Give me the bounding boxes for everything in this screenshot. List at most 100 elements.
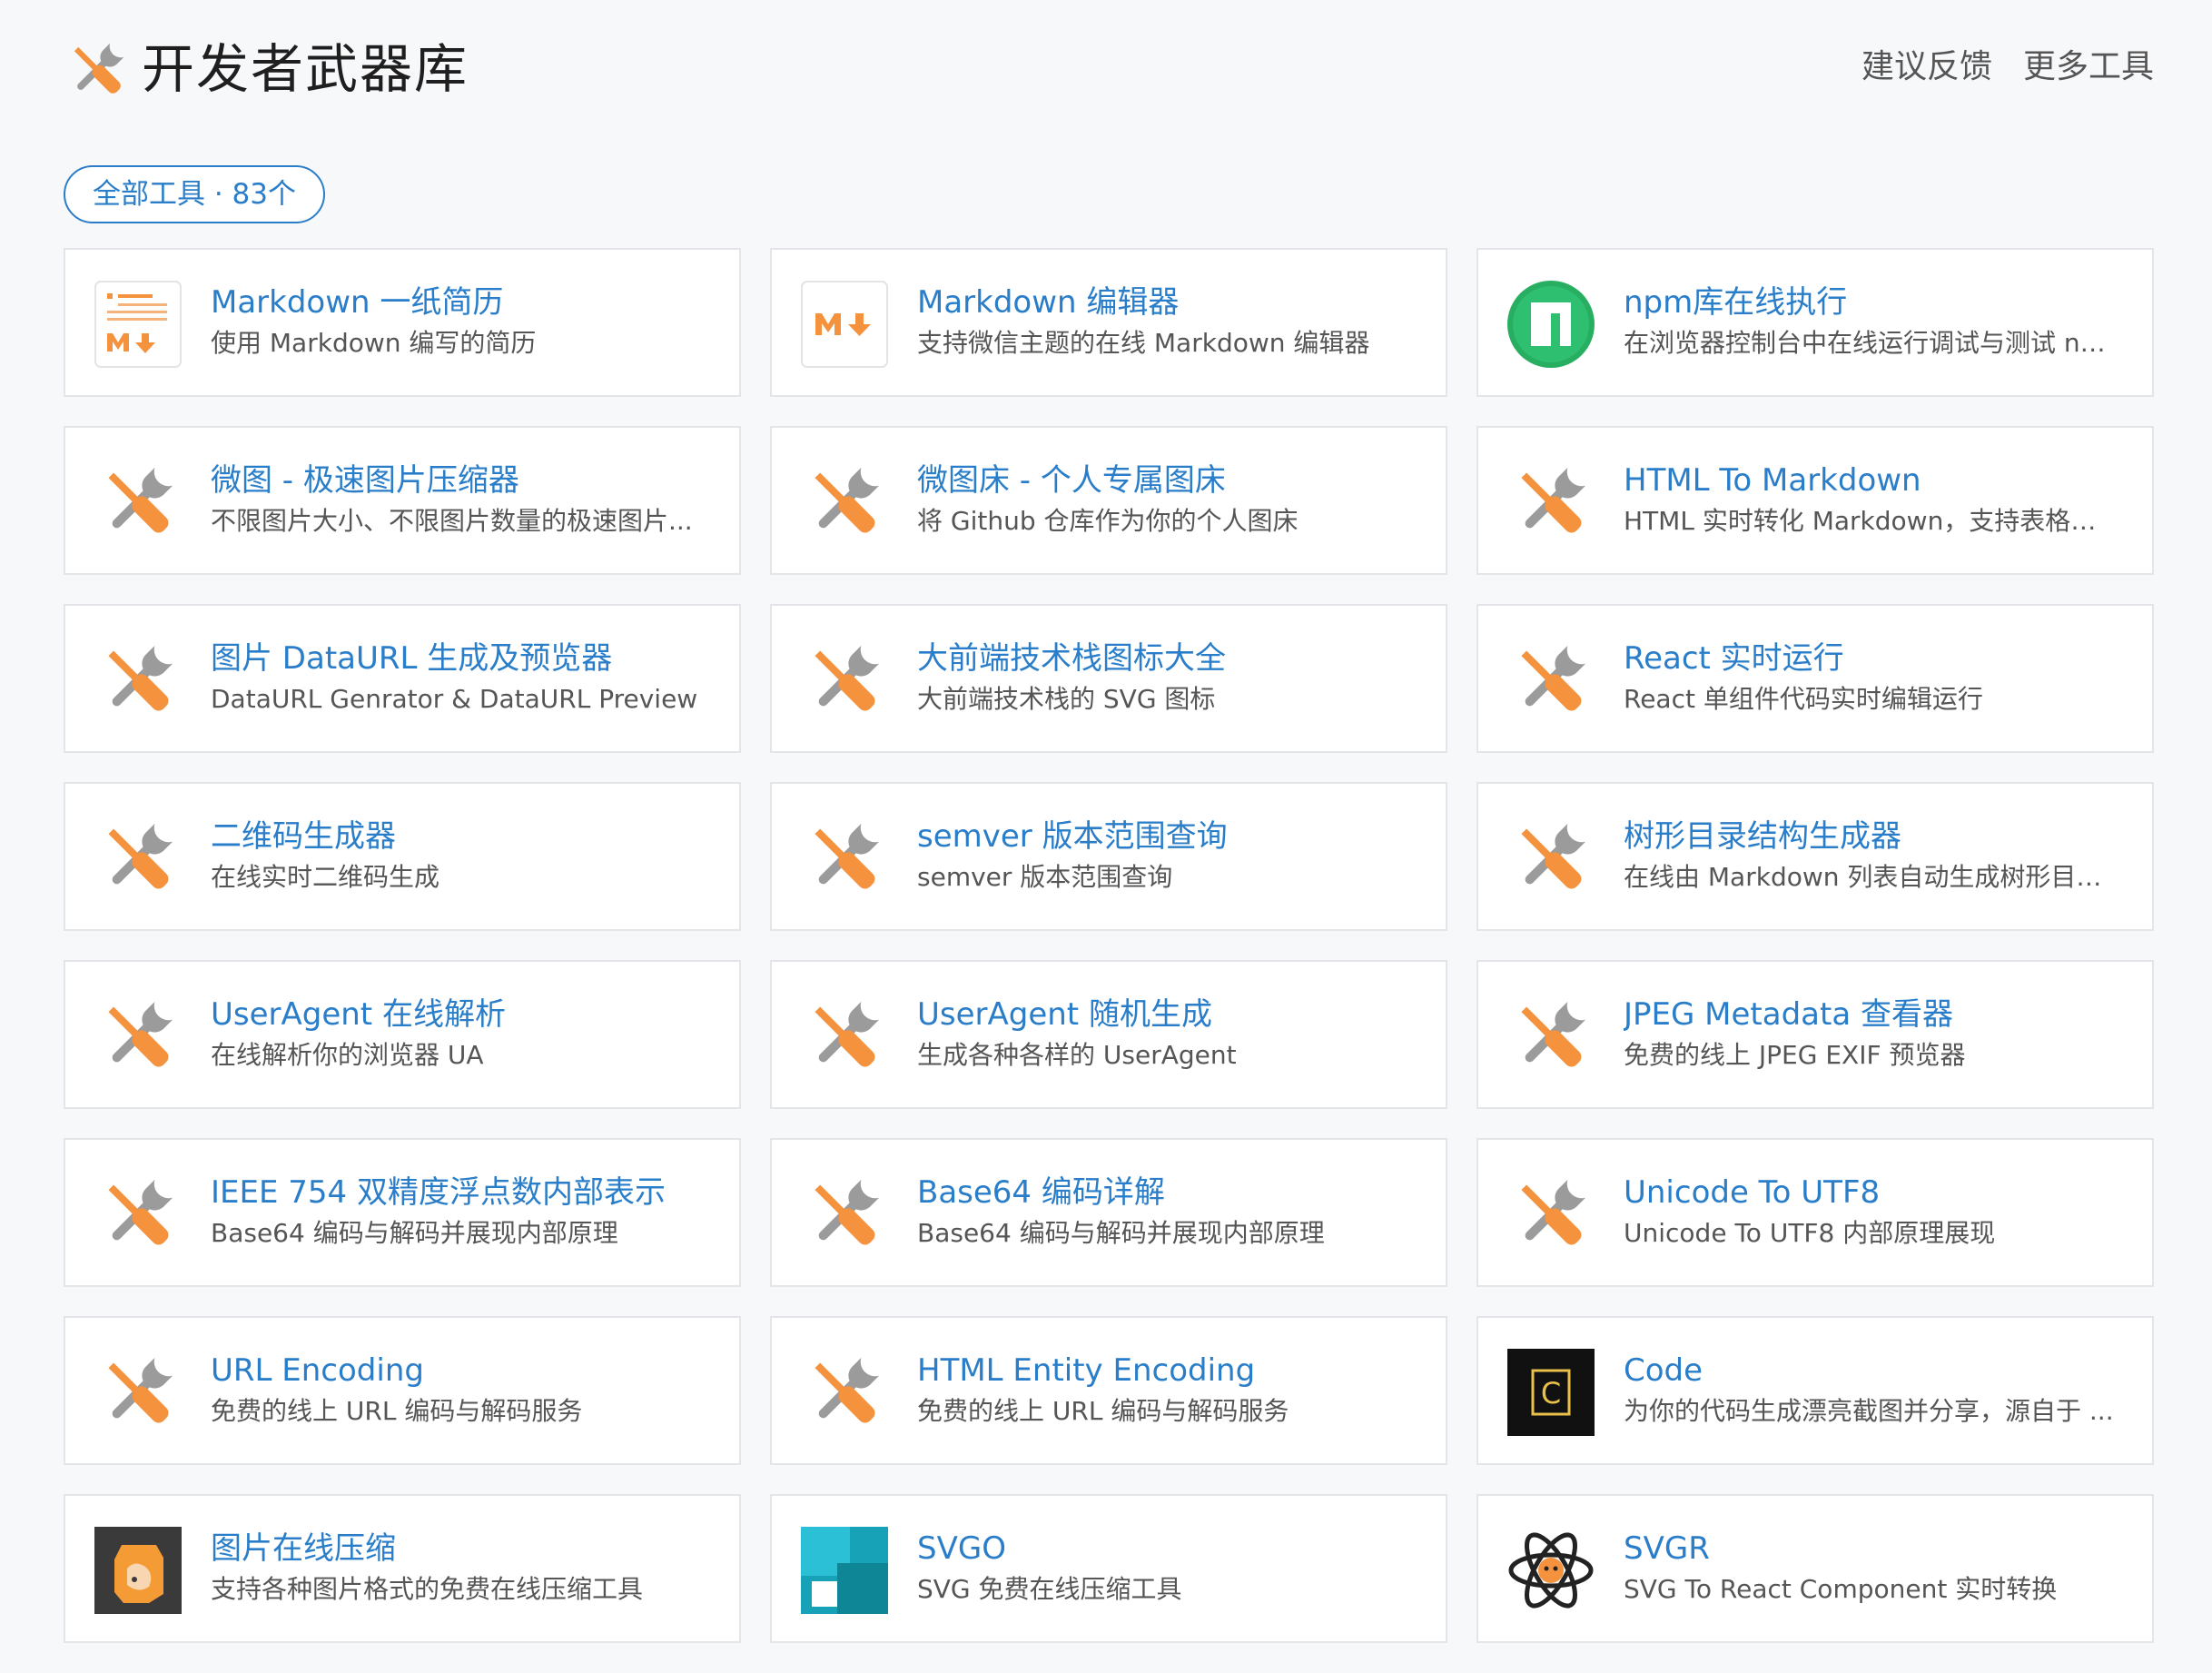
tool-card[interactable]: URL Encoding 免费的线上 URL 编码与解码服务	[64, 1316, 741, 1465]
tools-icon	[94, 459, 182, 546]
tool-name[interactable]: SVGR	[1624, 1529, 2125, 1569]
tool-name[interactable]: HTML To Markdown	[1624, 460, 2125, 500]
tool-card[interactable]: UserAgent 在线解析 在线解析你的浏览器 UA	[64, 960, 741, 1109]
tool-description: 免费的线上 JPEG EXIF 预览器	[1624, 1040, 1966, 1070]
tool-name[interactable]: 二维码生成器	[211, 817, 712, 856]
tools-icon	[801, 637, 888, 724]
tool-description: semver 版本范围查询	[917, 862, 1173, 892]
tool-name[interactable]: UserAgent 随机生成	[917, 995, 1418, 1034]
tool-name[interactable]: React 实时运行	[1624, 639, 2125, 678]
tool-description: React 单组件代码实时编辑运行	[1624, 684, 1983, 714]
tool-name[interactable]: JPEG Metadata 查看器	[1624, 995, 2125, 1034]
tool-description: Base64 编码与解码并展现内部原理	[211, 1218, 618, 1248]
tool-card[interactable]: UserAgent 随机生成 生成各种各样的 UserAgent	[770, 960, 1447, 1109]
tool-name[interactable]: 大前端技术栈图标大全	[917, 639, 1418, 678]
tool-name[interactable]: 图片在线压缩	[211, 1529, 712, 1569]
tool-grid: Markdown 一纸简历 使用 Markdown 编写的简历 Markdown…	[64, 248, 2154, 1643]
tools-icon	[801, 815, 888, 902]
tool-card[interactable]: Base64 编码详解 Base64 编码与解码并展现内部原理	[770, 1138, 1447, 1287]
tools-icon	[1507, 1171, 1595, 1258]
tool-card[interactable]: 图片 DataURL 生成及预览器 DataURL Genrator & Dat…	[64, 604, 741, 753]
tools-icon	[1507, 993, 1595, 1080]
tool-card[interactable]: HTML To Markdown HTML 实时转化 Markdown，支持表格…	[1476, 426, 2154, 575]
tool-description: Unicode To UTF8 内部原理展现	[1624, 1218, 1996, 1248]
tools-icon	[801, 993, 888, 1080]
tool-card[interactable]: SVGR SVG To React Component 实时转换	[1476, 1494, 2154, 1643]
tool-description: 在线解析你的浏览器 UA	[211, 1040, 484, 1070]
code-icon: C	[1507, 1349, 1595, 1436]
tool-description: 大前端技术栈的 SVG 图标	[917, 684, 1216, 714]
tool-description: Base64 编码与解码并展现内部原理	[917, 1218, 1325, 1248]
tool-card[interactable]: 微图床 - 个人专属图床 将 Github 仓库作为你的个人图床	[770, 426, 1447, 575]
image-compress-icon	[94, 1527, 182, 1614]
npm-icon	[1507, 281, 1595, 368]
tool-name[interactable]: URL Encoding	[211, 1351, 712, 1391]
tool-name[interactable]: HTML Entity Encoding	[917, 1351, 1418, 1391]
tool-name[interactable]: Base64 编码详解	[917, 1173, 1418, 1213]
tools-icon	[94, 993, 182, 1080]
more-tools-link[interactable]: 更多工具	[2023, 45, 2154, 89]
tool-description: 支持微信主题的在线 Markdown 编辑器	[917, 328, 1370, 358]
tool-name[interactable]: UserAgent 在线解析	[211, 995, 712, 1034]
tools-icon	[801, 1349, 888, 1436]
tool-description: 将 Github 仓库作为你的个人图床	[917, 506, 1299, 536]
tool-description: 在浏览器控制台中在线运行调试与测试 np...	[1624, 328, 2114, 358]
svgr-icon	[1507, 1527, 1595, 1614]
tool-card[interactable]: 微图 - 极速图片压缩器 不限图片大小、不限图片数量的极速图片...	[64, 426, 741, 575]
tool-card[interactable]: 二维码生成器 在线实时二维码生成	[64, 782, 741, 931]
tool-name[interactable]: 树形目录结构生成器	[1624, 817, 2125, 856]
tool-card[interactable]: SVGO SVG 免费在线压缩工具	[770, 1494, 1447, 1643]
svg-text:C: C	[1541, 1376, 1561, 1411]
tool-name[interactable]: SVGO	[917, 1529, 1418, 1569]
tools-icon	[1507, 637, 1595, 724]
tools-icon	[94, 1349, 182, 1436]
tool-name[interactable]: 微图床 - 个人专属图床	[917, 460, 1418, 500]
tool-card[interactable]: React 实时运行 React 单组件代码实时编辑运行	[1476, 604, 2154, 753]
tool-description: 不限图片大小、不限图片数量的极速图片...	[211, 506, 693, 536]
tool-card[interactable]: 图片在线压缩 支持各种图片格式的免费在线压缩工具	[64, 1494, 741, 1643]
tool-card[interactable]: C Code 为你的代码生成漂亮截图并分享，源自于 ...	[1476, 1316, 2154, 1465]
tool-description: 在线实时二维码生成	[211, 862, 440, 892]
site-title: 开发者武器库	[142, 38, 469, 100]
tool-name[interactable]: 图片 DataURL 生成及预览器	[211, 639, 712, 678]
tools-icon	[1507, 459, 1595, 546]
tools-icon	[801, 1171, 888, 1258]
tool-card[interactable]: Markdown 一纸简历 使用 Markdown 编写的简历	[64, 248, 741, 397]
tool-description: 支持各种图片格式的免费在线压缩工具	[211, 1574, 644, 1604]
tool-description: 为你的代码生成漂亮截图并分享，源自于 ...	[1624, 1396, 2114, 1426]
tool-name[interactable]: Markdown 编辑器	[917, 282, 1418, 322]
tool-description: HTML 实时转化 Markdown，支持表格、...	[1624, 506, 2114, 536]
tool-description: DataURL Genrator & DataURL Preview	[211, 684, 698, 714]
tool-description: 在线由 Markdown 列表自动生成树形目录...	[1624, 862, 2114, 892]
filter-all-tools[interactable]: 全部工具 · 83个	[64, 165, 326, 223]
tool-description: 使用 Markdown 编写的简历	[211, 328, 537, 358]
tool-name[interactable]: IEEE 754 双精度浮点数内部表示	[211, 1173, 712, 1213]
tool-name[interactable]: Code	[1624, 1351, 2125, 1391]
tool-card[interactable]: HTML Entity Encoding 免费的线上 URL 编码与解码服务	[770, 1316, 1447, 1465]
tool-card[interactable]: Markdown 编辑器 支持微信主题的在线 Markdown 编辑器	[770, 248, 1447, 397]
tools-icon[interactable]	[64, 36, 131, 104]
tools-icon	[94, 815, 182, 902]
tool-name[interactable]: semver 版本范围查询	[917, 817, 1418, 856]
tool-card[interactable]: semver 版本范围查询 semver 版本范围查询	[770, 782, 1447, 931]
feedback-link[interactable]: 建议反馈	[1861, 45, 1992, 89]
markdown-icon	[801, 281, 888, 368]
top-nav: 建议反馈 更多工具	[1861, 45, 2154, 89]
tool-description: 免费的线上 URL 编码与解码服务	[917, 1396, 1289, 1426]
tool-card[interactable]: Unicode To UTF8 Unicode To UTF8 内部原理展现	[1476, 1138, 2154, 1287]
tool-name[interactable]: npm库在线执行	[1624, 282, 2125, 322]
svgo-icon	[801, 1527, 888, 1614]
tool-card[interactable]: IEEE 754 双精度浮点数内部表示 Base64 编码与解码并展现内部原理	[64, 1138, 741, 1287]
site-header: 开发者武器库 建议反馈 更多工具	[64, 33, 2154, 105]
tool-card[interactable]: npm库在线执行 在浏览器控制台中在线运行调试与测试 np...	[1476, 248, 2154, 397]
tool-card[interactable]: 树形目录结构生成器 在线由 Markdown 列表自动生成树形目录...	[1476, 782, 2154, 931]
tool-name[interactable]: Unicode To UTF8	[1624, 1173, 2125, 1213]
tools-icon	[1507, 815, 1595, 902]
tool-name[interactable]: Markdown 一纸简历	[211, 282, 712, 322]
tool-name[interactable]: 微图 - 极速图片压缩器	[211, 460, 712, 500]
tool-description: SVG To React Component 实时转换	[1624, 1574, 2058, 1604]
tool-card[interactable]: JPEG Metadata 查看器 免费的线上 JPEG EXIF 预览器	[1476, 960, 2154, 1109]
tool-card[interactable]: 大前端技术栈图标大全 大前端技术栈的 SVG 图标	[770, 604, 1447, 753]
tools-icon	[801, 459, 888, 546]
resume-md-icon	[94, 281, 182, 368]
